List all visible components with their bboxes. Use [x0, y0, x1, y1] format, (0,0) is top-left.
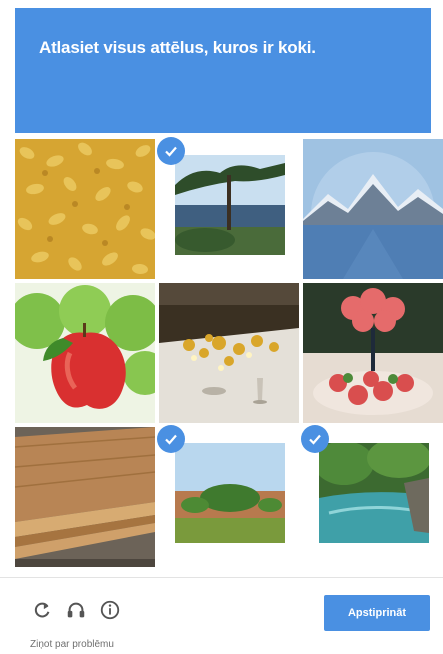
grid-tile-5[interactable] [159, 283, 299, 423]
info-icon[interactable] [98, 598, 122, 622]
reload-icon[interactable] [30, 598, 54, 622]
grid-tile-6[interactable] [303, 283, 443, 423]
selected-check-icon [157, 425, 185, 453]
tile-image [319, 443, 429, 543]
image-grid [15, 137, 443, 571]
grid-tile-2[interactable] [157, 137, 299, 279]
report-problem-link[interactable]: Ziņot par problēmu [30, 639, 114, 650]
tile-image [15, 283, 155, 423]
tile-image [303, 283, 443, 423]
instruction-prefix: Atlasiet visus attēlus, kuros ir [39, 38, 279, 57]
grid-tile-9[interactable] [301, 425, 443, 567]
grid-tile-3[interactable] [303, 139, 443, 279]
selected-check-icon [301, 425, 329, 453]
tile-image [175, 443, 285, 543]
grid-tile-7[interactable] [15, 427, 155, 567]
tile-image [15, 139, 155, 279]
selected-check-icon [157, 137, 185, 165]
audio-icon[interactable] [64, 598, 88, 622]
footer-divider [0, 577, 443, 578]
tile-image [303, 139, 443, 279]
tile-image [159, 283, 299, 423]
tile-image [175, 155, 285, 255]
instruction-suffix: . [311, 38, 316, 57]
instruction-text: Atlasiet visus attēlus, kuros ir koki. [39, 38, 407, 58]
instruction-target: koki [278, 38, 312, 57]
tile-image [15, 427, 155, 567]
footer-icon-group [30, 598, 122, 622]
captcha-header: Atlasiet visus attēlus, kuros ir koki. [15, 8, 431, 133]
grid-tile-8[interactable] [157, 425, 299, 567]
grid-tile-1[interactable] [15, 139, 155, 279]
grid-tile-4[interactable] [15, 283, 155, 423]
verify-button[interactable]: Apstiprināt [324, 595, 430, 631]
